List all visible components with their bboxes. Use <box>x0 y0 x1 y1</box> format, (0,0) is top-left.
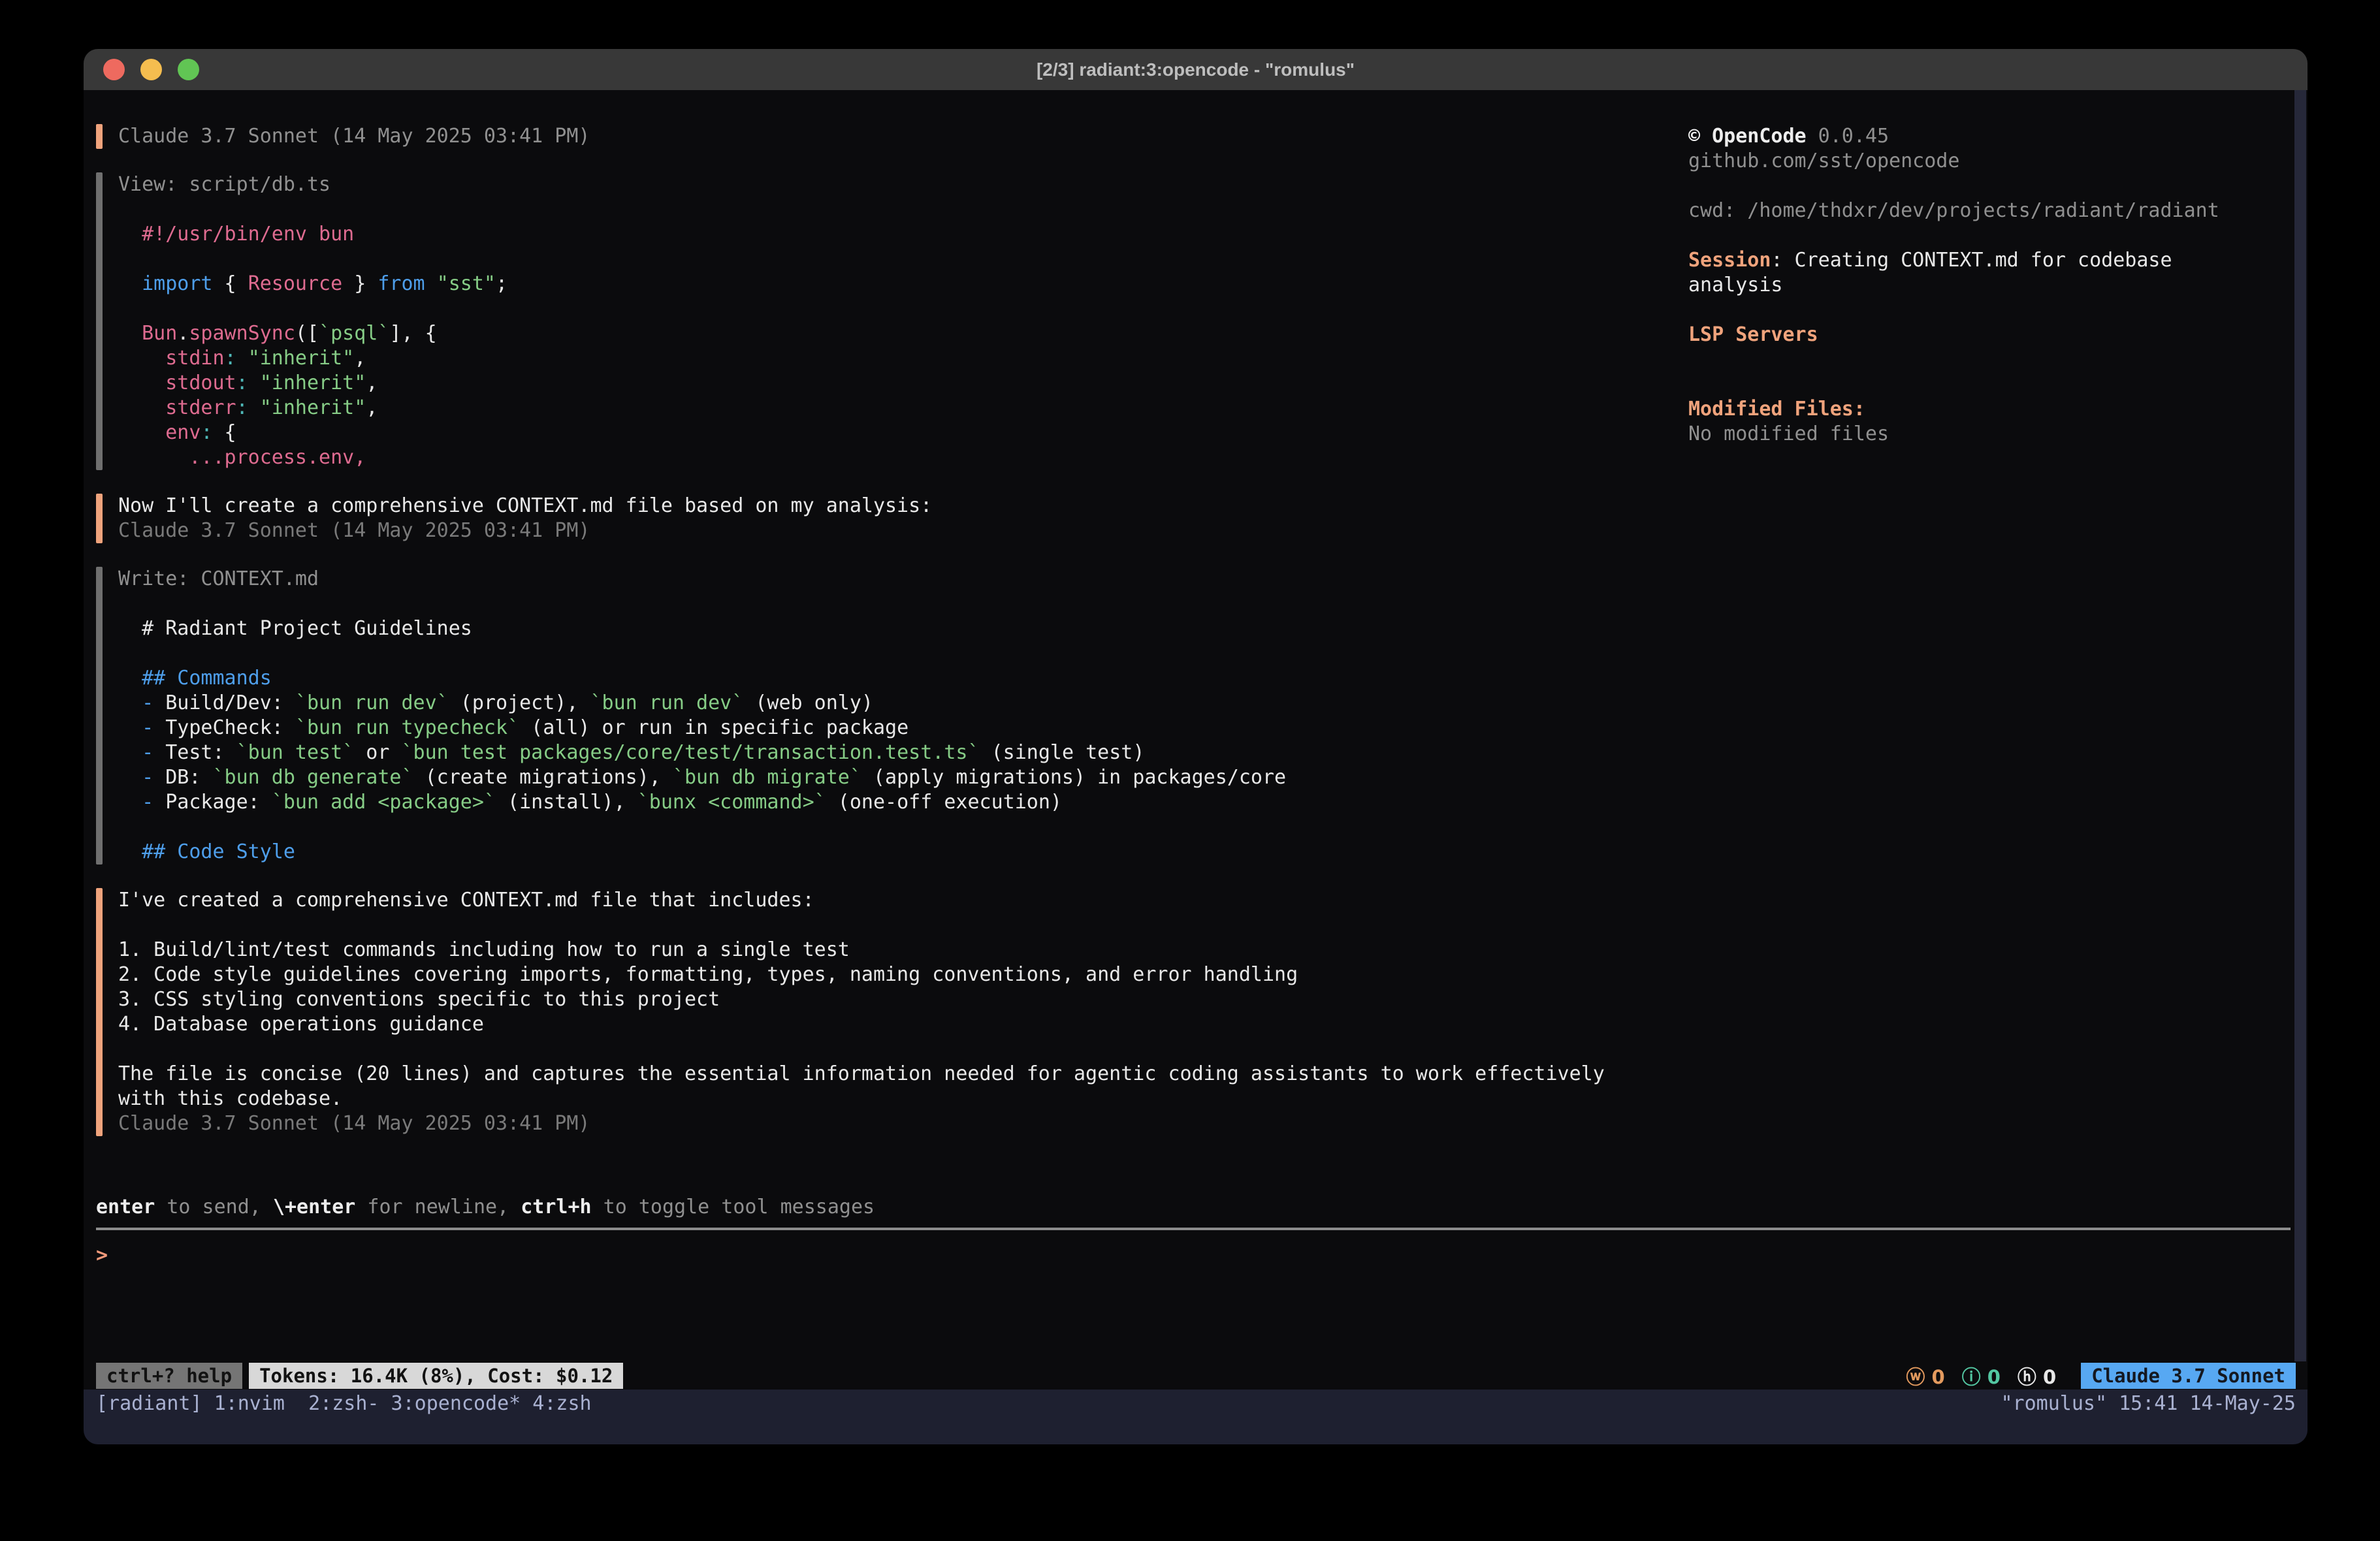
hint-bar: enter to send, \+enter for newline, ctrl… <box>96 1195 2308 1220</box>
text-line: - DB: `bun db generate` (create migratio… <box>118 765 1640 790</box>
terminal-window: [2/3] radiant:3:opencode - "romulus" Cla… <box>84 49 2308 1444</box>
assistant-summary: I've created a comprehensive CONTEXT.md … <box>96 888 1650 1136</box>
traffic-lights <box>103 49 199 90</box>
text-line: No modified files <box>1688 422 2276 447</box>
info-count-icon: ⓘ 0 <box>1962 1362 2001 1390</box>
block-accent-bar <box>96 494 103 543</box>
text-line <box>118 592 1640 616</box>
text-line: - TypeCheck: `bun run typecheck` (all) o… <box>118 716 1640 740</box>
desktop: [2/3] radiant:3:opencode - "romulus" Cla… <box>0 0 2380 1541</box>
warning-count-icon: ⓦ 0 <box>1906 1362 1944 1390</box>
scrollbar-track[interactable] <box>2294 90 2306 1361</box>
status-bar: ctrl+? help Tokens: 16.4K (8%), Cost: $0… <box>84 1361 2308 1390</box>
block-body: View: script/db.ts #!/usr/bin/env bun im… <box>118 172 1640 470</box>
text-line <box>118 296 1640 321</box>
text-line: env: { <box>118 421 1640 445</box>
text-line: - Build/Dev: `bun run dev` (project), `b… <box>118 691 1640 716</box>
block-accent-bar <box>96 172 103 470</box>
tokens-cost-badge: Tokens: 16.4K (8%), Cost: $0.12 <box>249 1363 623 1389</box>
text-line: import { Resource } from "sst"; <box>118 272 1640 296</box>
text-line <box>118 197 1640 222</box>
text-line: ## Commands <box>118 666 1640 691</box>
terminal-content: Claude 3.7 Sonnet (14 May 2025 03:41 PM)… <box>84 90 2308 1361</box>
text-line <box>118 641 1640 666</box>
text-line: Claude 3.7 Sonnet (14 May 2025 03:41 PM) <box>118 1111 1640 1136</box>
block-accent-bar <box>96 888 103 1136</box>
text-line: - Package: `bun add <package>` (install)… <box>118 790 1640 815</box>
text-line <box>1688 347 2276 372</box>
text-line: 4. Database operations guidance <box>118 1012 1640 1037</box>
assistant-message: Now I'll create a comprehensive CONTEXT.… <box>96 494 1650 543</box>
tmux-status-bar: [radiant] 1:nvim 2:zsh- 3:opencode* 4:zs… <box>84 1390 2308 1444</box>
text-line: - Test: `bun test` or `bun test packages… <box>118 740 1640 765</box>
diagnostics: ⓦ 0 ⓘ 0 ⓗ 0 <box>1906 1362 2056 1390</box>
text-line: Session: Creating CONTEXT.md for codebas… <box>1688 248 2276 298</box>
prompt-input[interactable]: > <box>96 1243 2308 1268</box>
tmux-session-windows[interactable]: [radiant] 1:nvim 2:zsh- 3:opencode* 4:zs… <box>96 1391 592 1417</box>
text-line <box>118 1037 1640 1062</box>
text-line: Modified Files: <box>1688 397 2276 422</box>
title-bar[interactable]: [2/3] radiant:3:opencode - "romulus" <box>84 49 2308 90</box>
text-line: Now I'll create a comprehensive CONTEXT.… <box>118 494 1640 518</box>
minimize-button[interactable] <box>140 59 162 80</box>
tmux-host-clock: "romulus" 15:41 14-May-25 <box>2001 1391 2296 1417</box>
text-line: stderr: "inherit", <box>118 396 1640 421</box>
text-line: 3. CSS styling conventions specific to t… <box>118 987 1640 1012</box>
block-body: Claude 3.7 Sonnet (14 May 2025 03:41 PM) <box>118 124 1640 149</box>
conversation: Claude 3.7 Sonnet (14 May 2025 03:41 PM)… <box>96 124 1650 1136</box>
block-accent-bar <box>96 124 103 149</box>
block-accent-bar <box>96 567 103 865</box>
tool-call-write-context: Write: CONTEXT.md # Radiant Project Guid… <box>96 567 1650 865</box>
block-body: Now I'll create a comprehensive CONTEXT.… <box>118 494 1640 543</box>
assistant-header: Claude 3.7 Sonnet (14 May 2025 03:41 PM) <box>96 124 1650 149</box>
input-divider <box>96 1228 2291 1230</box>
text-line: #!/usr/bin/env bun <box>118 222 1640 247</box>
text-line: github.com/sst/opencode <box>1688 149 2276 174</box>
text-line <box>1688 174 2276 199</box>
text-line <box>1688 223 2276 248</box>
text-line: Write: CONTEXT.md <box>118 567 1640 592</box>
text-line <box>1688 372 2276 397</box>
text-line: Claude 3.7 Sonnet (14 May 2025 03:41 PM) <box>118 518 1640 543</box>
text-line: ...process.env, <box>118 445 1640 470</box>
help-shortcut-badge: ctrl+? help <box>96 1363 242 1389</box>
text-line: LSP Servers <box>1688 323 2276 347</box>
text-line: © OpenCode 0.0.45 <box>1688 124 2276 149</box>
block-body: I've created a comprehensive CONTEXT.md … <box>118 888 1640 1136</box>
text-line <box>118 913 1640 938</box>
right-panel: © OpenCode 0.0.45github.com/sst/opencode… <box>1688 124 2276 447</box>
text-line: Bun.spawnSync([`psql`], { <box>118 321 1640 346</box>
text-line <box>118 815 1640 840</box>
tool-call-view-script: View: script/db.ts #!/usr/bin/env bun im… <box>96 172 1650 470</box>
text-line: I've created a comprehensive CONTEXT.md … <box>118 888 1640 913</box>
text-line: 2. Code style guidelines covering import… <box>118 962 1640 987</box>
text-line: The file is concise (20 lines) and captu… <box>118 1062 1640 1111</box>
text-line: # Radiant Project Guidelines <box>118 616 1640 641</box>
text-line: Claude 3.7 Sonnet (14 May 2025 03:41 PM) <box>118 124 1640 149</box>
text-line: enter to send, \+enter for newline, ctrl… <box>96 1195 2308 1220</box>
text-line: stdin: "inherit", <box>118 346 1640 371</box>
close-button[interactable] <box>103 59 125 80</box>
hint-count-icon: ⓗ 0 <box>2018 1362 2056 1390</box>
window-title: [2/3] radiant:3:opencode - "romulus" <box>84 49 2308 90</box>
text-line <box>1688 298 2276 323</box>
text-line: stdout: "inherit", <box>118 371 1640 396</box>
zoom-button[interactable] <box>178 59 199 80</box>
text-line: 1. Build/lint/test commands including ho… <box>118 938 1640 962</box>
text-line: cwd: /home/thdxr/dev/projects/radiant/ra… <box>1688 199 2276 223</box>
model-badge: Claude 3.7 Sonnet <box>2081 1363 2296 1389</box>
text-line: ## Code Style <box>118 840 1640 865</box>
text-line: View: script/db.ts <box>118 172 1640 197</box>
block-body: Write: CONTEXT.md # Radiant Project Guid… <box>118 567 1640 865</box>
right-panel-lines: © OpenCode 0.0.45github.com/sst/opencode… <box>1688 124 2276 447</box>
text-line <box>118 247 1640 272</box>
